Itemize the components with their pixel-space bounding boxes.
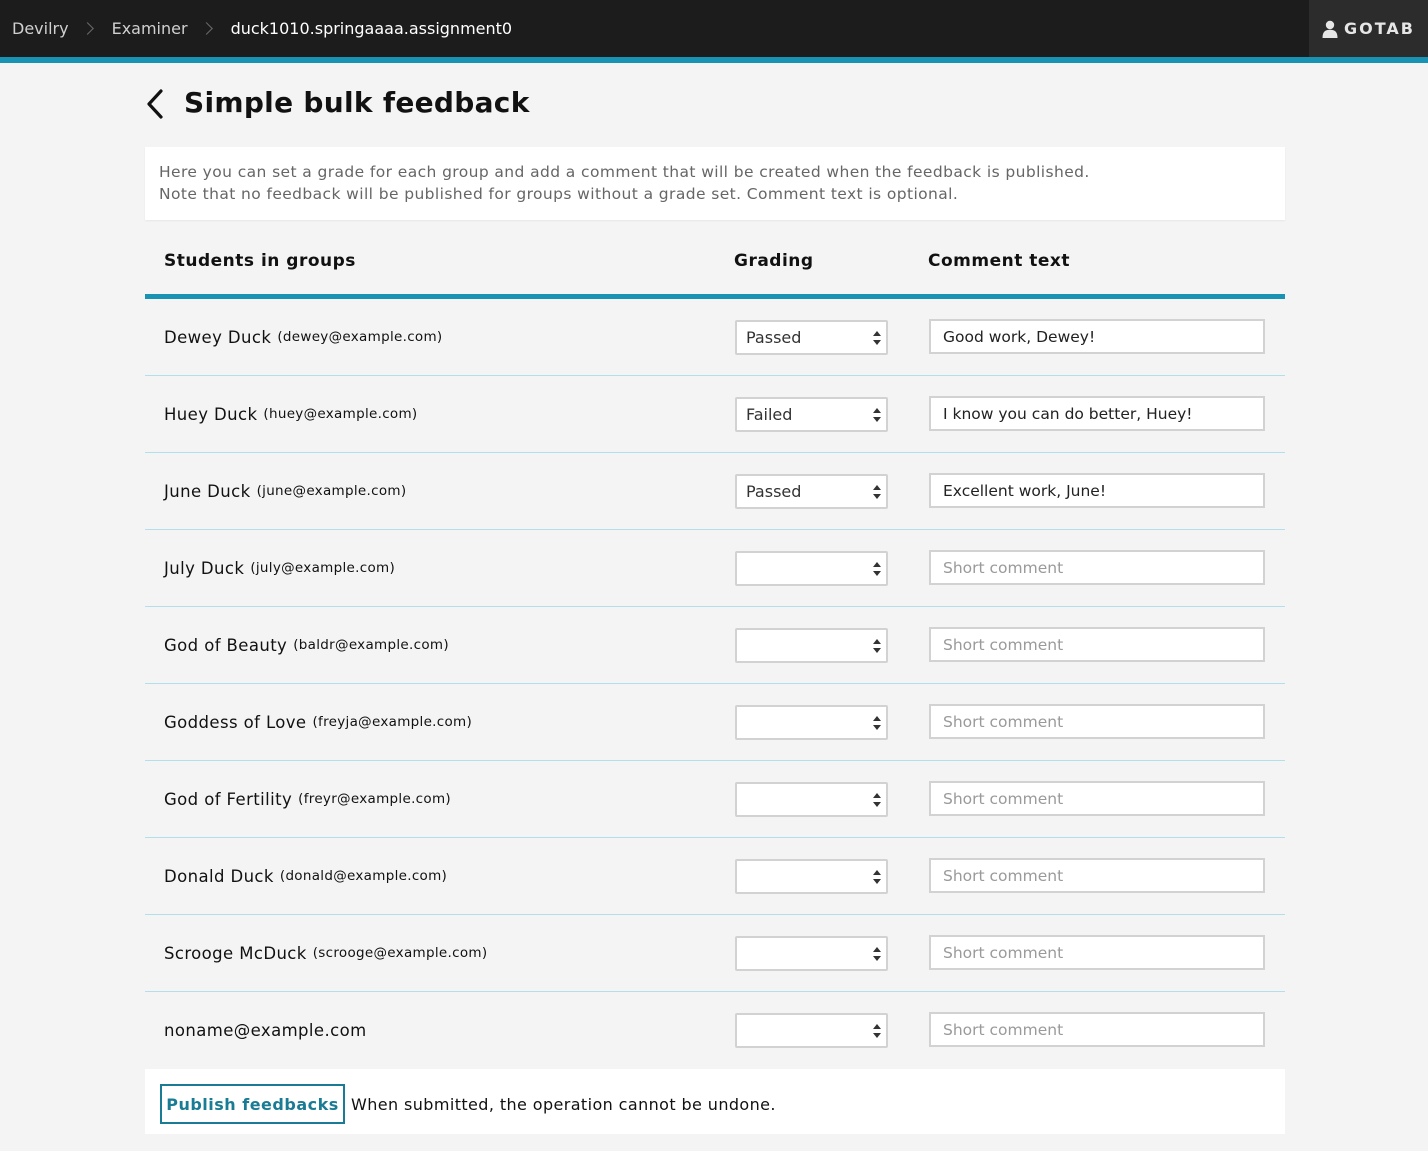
table-row: Huey Duck (huey@example.com) Failed — [145, 376, 1285, 453]
student-name: July Duck — [164, 558, 245, 578]
user-icon — [1322, 20, 1338, 38]
student-email: (freyr@example.com) — [298, 791, 451, 807]
grade-select[interactable] — [735, 782, 888, 817]
info-line-1: Here you can set a grade for each group … — [159, 163, 1090, 181]
publish-warning: When submitted, the operation cannot be … — [351, 1095, 776, 1114]
user-menu-button[interactable]: GOTAB — [1309, 0, 1428, 57]
user-name: GOTAB — [1344, 19, 1415, 38]
student-email: (dewey@example.com) — [277, 329, 443, 345]
comment-input[interactable] — [929, 1012, 1265, 1047]
student-name: June Duck — [164, 481, 251, 501]
table-row: July Duck (july@example.com) — [145, 530, 1285, 607]
chevron-right-icon — [80, 22, 94, 35]
student-email: (scrooge@example.com) — [312, 945, 488, 961]
student-cell: Donald Duck (donald@example.com) — [164, 838, 447, 914]
select-arrows-icon — [873, 870, 881, 884]
comment-input[interactable] — [929, 319, 1265, 354]
select-arrows-icon — [873, 408, 881, 422]
grade-value: Failed — [746, 405, 793, 424]
student-name: God of Beauty — [164, 635, 288, 655]
select-arrows-icon — [873, 1024, 881, 1038]
header-grading: Grading — [734, 251, 814, 271]
comment-input[interactable] — [929, 935, 1265, 970]
student-email: (july@example.com) — [250, 560, 396, 576]
select-arrows-icon — [873, 716, 881, 730]
student-cell: Scrooge McDuck (scrooge@example.com) — [164, 915, 487, 991]
student-name: Donald Duck — [164, 866, 274, 886]
back-button[interactable] — [143, 89, 167, 119]
grade-select[interactable]: Failed — [735, 397, 888, 432]
student-cell: Goddess of Love (freyja@example.com) — [164, 684, 472, 760]
grade-select[interactable] — [735, 551, 888, 586]
comment-input[interactable] — [929, 627, 1265, 662]
comment-input[interactable] — [929, 396, 1265, 431]
table-row: Dewey Duck (dewey@example.com) Passed — [145, 299, 1285, 376]
student-name: Scrooge McDuck — [164, 943, 307, 963]
comment-input[interactable] — [929, 858, 1265, 893]
student-cell: God of Fertility (freyr@example.com) — [164, 761, 451, 837]
student-name: God of Fertility — [164, 789, 293, 809]
student-email: (freyja@example.com) — [312, 714, 473, 730]
info-line-2: Note that no feedback will be published … — [159, 185, 959, 203]
grade-value: Passed — [746, 328, 802, 347]
student-cell: God of Beauty (baldr@example.com) — [164, 607, 449, 683]
comment-input[interactable] — [929, 550, 1265, 585]
table-row: Donald Duck (donald@example.com) — [145, 838, 1285, 915]
chevron-right-icon — [199, 22, 213, 35]
breadcrumb-examiner[interactable]: Examiner — [112, 19, 188, 38]
breadcrumb: Devilry Examiner duck1010.springaaaa.ass… — [12, 0, 512, 57]
grade-select[interactable] — [735, 936, 888, 971]
student-cell: noname@example.com — [164, 992, 373, 1068]
comment-input[interactable] — [929, 473, 1265, 508]
breadcrumb-devilry[interactable]: Devilry — [12, 19, 69, 38]
page-title: Simple bulk feedback — [184, 86, 530, 119]
table-row: God of Beauty (baldr@example.com) — [145, 607, 1285, 684]
grade-select[interactable] — [735, 859, 888, 894]
select-arrows-icon — [873, 947, 881, 961]
publish-feedbacks-button[interactable]: Publish feedbacks — [160, 1084, 345, 1124]
student-cell: Dewey Duck (dewey@example.com) — [164, 299, 443, 375]
chevron-left-icon — [147, 89, 163, 119]
table-row: Goddess of Love (freyja@example.com) — [145, 684, 1285, 761]
info-box: Here you can set a grade for each group … — [145, 147, 1285, 220]
student-email: (huey@example.com) — [263, 406, 418, 422]
publish-bar: Publish feedbacks When submitted, the op… — [145, 1069, 1285, 1134]
student-email: (donald@example.com) — [279, 868, 448, 884]
select-arrows-icon — [873, 639, 881, 653]
student-cell: Huey Duck (huey@example.com) — [164, 376, 418, 452]
comment-input[interactable] — [929, 781, 1265, 816]
table-row: God of Fertility (freyr@example.com) — [145, 761, 1285, 838]
select-arrows-icon — [873, 485, 881, 499]
student-cell: July Duck (july@example.com) — [164, 530, 395, 606]
grade-select[interactable]: Passed — [735, 474, 888, 509]
breadcrumb-assignment: duck1010.springaaaa.assignment0 — [230, 19, 513, 38]
select-arrows-icon — [873, 331, 881, 345]
grade-select[interactable] — [735, 1013, 888, 1048]
student-cell: June Duck (june@example.com) — [164, 453, 406, 529]
student-name: Dewey Duck — [164, 327, 272, 347]
select-arrows-icon — [873, 793, 881, 807]
table-row: June Duck (june@example.com) Passed — [145, 453, 1285, 530]
grade-select[interactable]: Passed — [735, 320, 888, 355]
header-students: Students in groups — [164, 251, 356, 271]
grade-value: Passed — [746, 482, 802, 501]
student-name: Huey Duck — [164, 404, 258, 424]
header-comment: Comment text — [928, 251, 1071, 271]
student-email: (june@example.com) — [256, 483, 407, 499]
grade-select[interactable] — [735, 628, 888, 663]
table-header: Students in groups Grading Comment text — [145, 238, 1285, 299]
table-row: Scrooge McDuck (scrooge@example.com) — [145, 915, 1285, 992]
student-name: Goddess of Love — [164, 712, 307, 732]
table-row: noname@example.com — [145, 992, 1285, 1069]
select-arrows-icon — [873, 562, 881, 576]
student-name: noname@example.com — [164, 1020, 367, 1040]
student-rows: Dewey Duck (dewey@example.com) Passed Hue… — [145, 299, 1285, 1069]
top-navbar: Devilry Examiner duck1010.springaaaa.ass… — [0, 0, 1428, 63]
comment-input[interactable] — [929, 704, 1265, 739]
student-email: (baldr@example.com) — [293, 637, 449, 653]
grade-select[interactable] — [735, 705, 888, 740]
